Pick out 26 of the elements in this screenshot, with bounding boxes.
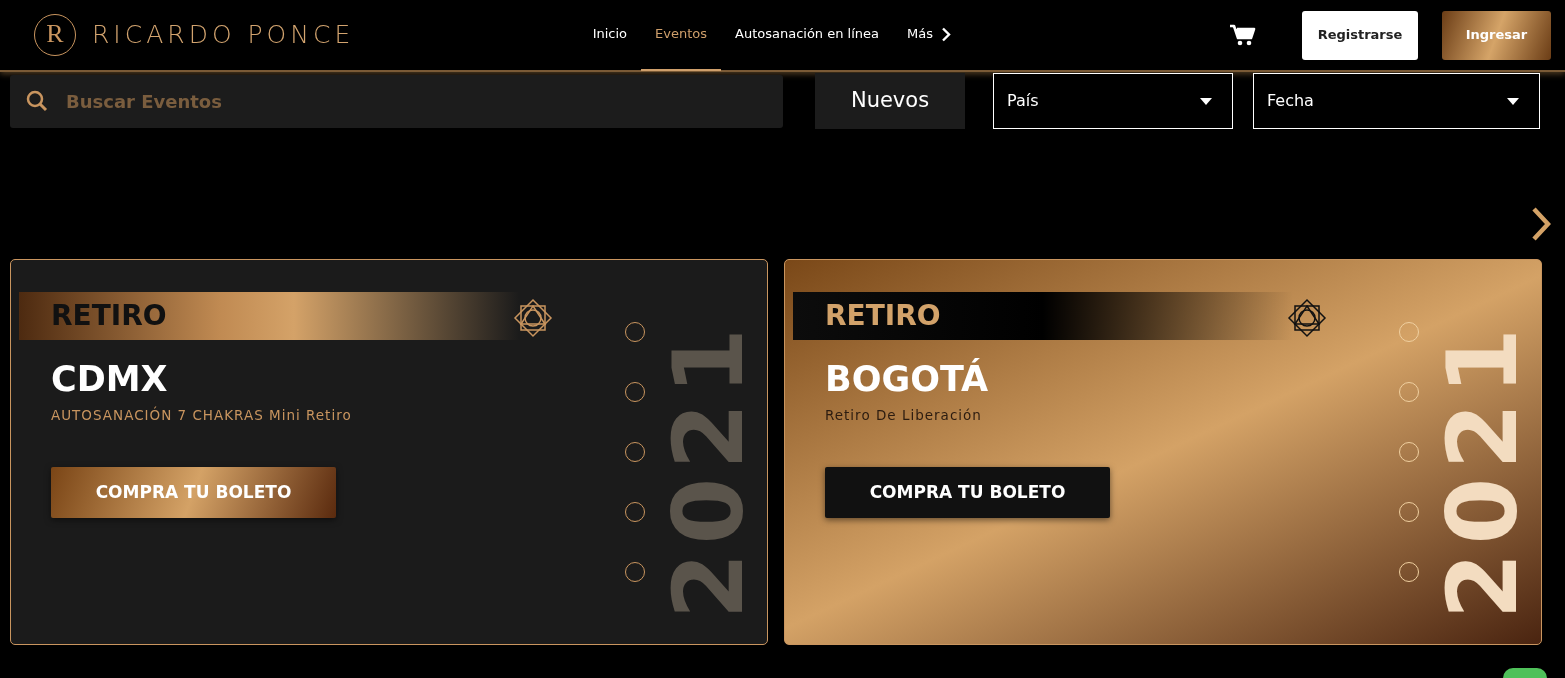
register-button[interactable]: Registrarse: [1302, 10, 1418, 60]
event-subtitle: AUTOSANACIÓN 7 CHAKRAS Mini Retiro: [51, 405, 352, 425]
cart-icon[interactable]: [1230, 24, 1256, 46]
search-icon: [26, 90, 48, 112]
sort-button[interactable]: Nuevos: [815, 73, 965, 129]
caret-icon: [1200, 97, 1212, 105]
caret-icon: [1507, 97, 1519, 105]
buy-ticket-button[interactable]: COMPRA TU BOLETO: [825, 466, 1110, 518]
nav-link[interactable]: Más: [893, 0, 965, 71]
event-city: BOGOTÁ: [825, 360, 989, 399]
event-city: CDMX: [51, 360, 168, 399]
search-field[interactable]: Buscar Eventos: [10, 74, 783, 128]
chat-bubble-icon[interactable]: [1503, 668, 1547, 678]
nav-link[interactable]: Inicio: [578, 0, 642, 71]
event-subtitle: Retiro De Liberación: [825, 405, 982, 425]
nav-link[interactable]: Eventos: [641, 0, 721, 71]
event-year: 2021: [661, 320, 757, 620]
ornament-icon: [1287, 298, 1327, 338]
nav-link[interactable]: Autosanación en línea: [721, 0, 894, 71]
dropdown[interactable]: Fecha: [1253, 73, 1540, 129]
search-input[interactable]: Buscar Eventos: [64, 86, 744, 116]
dropdown[interactable]: País: [993, 73, 1233, 129]
event-year: 2021: [1435, 320, 1531, 620]
brand-name[interactable]: RICARDO PONCE: [92, 16, 355, 54]
ornament-icon: [513, 298, 553, 338]
chevron-right-icon: [941, 26, 951, 42]
